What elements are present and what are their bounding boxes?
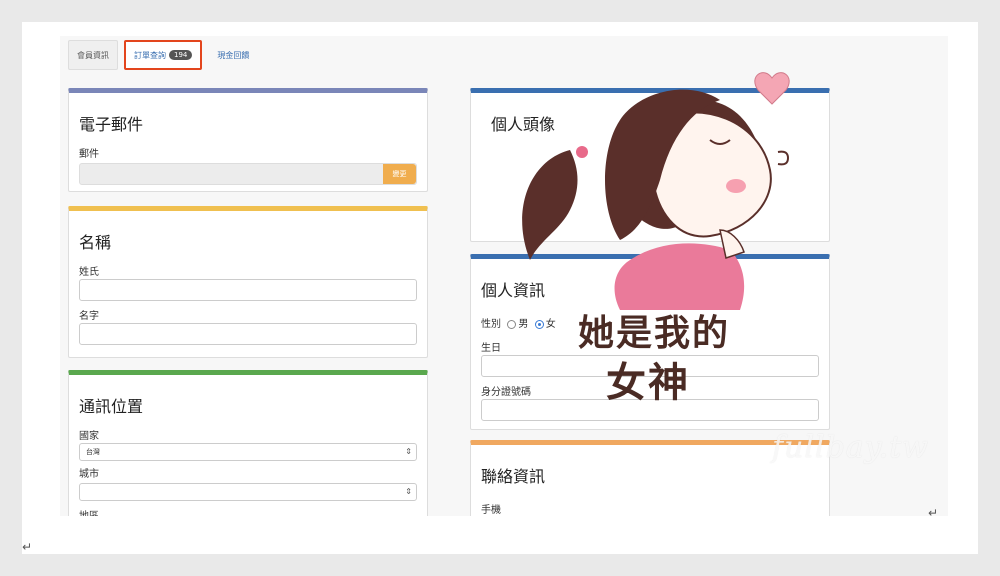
- given-name-label: 名字: [79, 311, 99, 322]
- surname-field[interactable]: [79, 279, 417, 301]
- orders-count-badge: 194: [169, 50, 193, 60]
- paragraph-mark: ↵: [928, 506, 939, 520]
- gender-label-text: 性別: [481, 319, 501, 330]
- contact-card-title: 聯絡資訊: [481, 469, 546, 486]
- birthday-label: 生日: [481, 343, 501, 354]
- email-field[interactable]: 變更: [79, 163, 417, 185]
- screenshot-frame: 會員資訊 訂單查詢 194 現金回饋 電子郵件 郵件 變更 名稱 姓氏 名字 通訊…: [60, 36, 948, 516]
- tab-bar: 會員資訊 訂單查詢 194 現金回饋: [68, 40, 258, 74]
- email-label: 郵件: [79, 149, 99, 160]
- country-value: 台灣: [86, 448, 100, 456]
- tab-orders-label: 訂單查詢: [134, 50, 166, 60]
- sticker-caption-line2: 女神: [606, 360, 690, 406]
- tab-profile[interactable]: 會員資訊: [68, 40, 118, 70]
- district-label: 地區: [79, 507, 99, 516]
- heart-icon: [754, 72, 790, 105]
- change-email-button[interactable]: 變更: [383, 164, 416, 184]
- surname-label: 姓氏: [79, 267, 99, 278]
- mobile-label: 手機: [481, 505, 501, 516]
- country-label: 國家: [79, 431, 99, 442]
- given-name-field[interactable]: [79, 323, 417, 345]
- address-card-title: 通訊位置: [79, 399, 144, 416]
- paragraph-mark: ↵: [22, 540, 33, 554]
- watermark: fullbay.tw: [772, 430, 929, 465]
- email-card-title: 電子郵件: [79, 117, 144, 134]
- tab-cashback-label: 現金回饋: [217, 50, 250, 60]
- tab-cashback[interactable]: 現金回饋: [208, 40, 258, 70]
- tab-orders[interactable]: 訂單查詢 194: [124, 40, 203, 70]
- sticker-caption-line1: 她是我的: [578, 313, 731, 354]
- select-arrows-icon: ⇕: [405, 447, 412, 456]
- document-page: 會員資訊 訂單查詢 194 現金回饋 電子郵件 郵件 變更 名稱 姓氏 名字 通訊…: [22, 22, 978, 554]
- name-card-title: 名稱: [79, 235, 112, 252]
- city-label: 城市: [79, 469, 99, 480]
- tab-profile-label: 會員資訊: [77, 50, 109, 60]
- select-arrows-icon: ⇕: [405, 487, 412, 496]
- address-card: 通訊位置 國家 台灣 ⇕ 城市 ⇕ 地區: [68, 370, 428, 516]
- country-select[interactable]: 台灣 ⇕: [79, 443, 417, 461]
- name-card: 名稱 姓氏 名字: [68, 206, 428, 358]
- email-card: 電子郵件 郵件 變更: [68, 88, 428, 192]
- city-select[interactable]: ⇕: [79, 483, 417, 501]
